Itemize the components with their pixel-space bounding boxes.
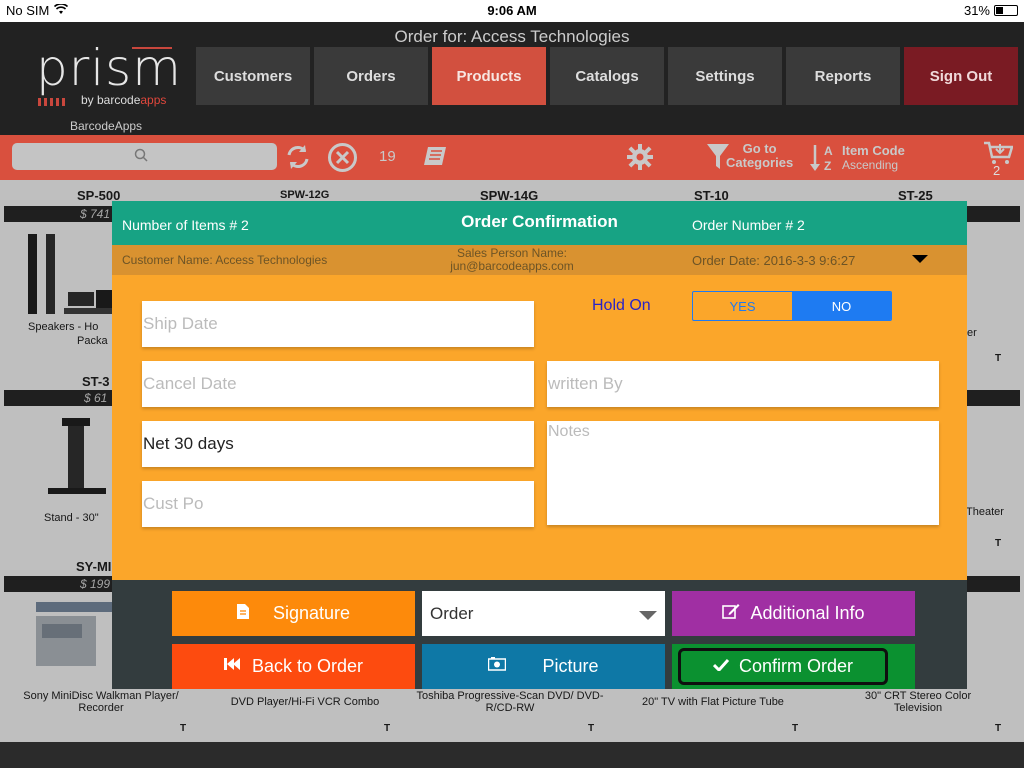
goto-line1: Go to bbox=[742, 141, 777, 156]
order-type-select[interactable]: Order bbox=[422, 591, 665, 636]
payment-terms-field[interactable]: Net 30 days bbox=[142, 421, 534, 467]
confirm-order-label: Confirm Order bbox=[738, 656, 854, 676]
refresh-icon[interactable] bbox=[284, 143, 312, 176]
camera-icon bbox=[488, 657, 507, 676]
svg-text:A: A bbox=[824, 144, 833, 158]
cust-po-field[interactable]: Cust Po bbox=[142, 481, 534, 527]
hold-no-option[interactable]: NO bbox=[792, 292, 891, 320]
nav-catalogs[interactable]: Catalogs bbox=[550, 47, 664, 105]
sales-person: Sales Person Name: jun@barcodeapps.com bbox=[432, 247, 592, 273]
status-bar: No SIM 9:06 AM 31% bbox=[0, 0, 1024, 22]
cancel-date-field[interactable]: Cancel Date bbox=[142, 361, 534, 407]
sort-line1: Item Code bbox=[842, 143, 905, 158]
cart-count: 2 bbox=[993, 163, 1001, 178]
logo-apps: apps bbox=[140, 93, 167, 107]
signature-button[interactable]: Signature bbox=[172, 591, 415, 636]
order-type-value: Order bbox=[430, 603, 474, 623]
order-confirmation-dialog: Number of Items # 2 Order Confirmation O… bbox=[112, 201, 967, 689]
order-number: Order Number # 2 bbox=[692, 217, 805, 233]
sales-person-email: jun@barcodeapps.com bbox=[450, 259, 574, 273]
goto-line2: Categories bbox=[726, 155, 794, 170]
logo-by: by barcode bbox=[81, 93, 141, 107]
confirm-order-button[interactable]: Confirm Order bbox=[672, 644, 915, 689]
picture-label: Picture bbox=[542, 656, 599, 676]
document-icon bbox=[236, 603, 249, 624]
dialog-header: Number of Items # 2 Order Confirmation O… bbox=[112, 201, 967, 245]
sort-az-icon[interactable]: AZ bbox=[810, 143, 838, 178]
prism-logo: prism by barcodeapps bbox=[36, 39, 182, 107]
back-to-order-label: Back to Order bbox=[251, 656, 364, 676]
confirm-focus-ring: Confirm Order bbox=[678, 648, 888, 685]
nav-settings[interactable]: Settings bbox=[668, 47, 782, 105]
back-to-order-button[interactable]: Back to Order bbox=[172, 644, 415, 689]
nav-customers[interactable]: Customers bbox=[196, 47, 310, 105]
written-by-field[interactable]: written By bbox=[547, 361, 939, 407]
hold-on-label: Hold On bbox=[592, 297, 651, 314]
signature-label: Signature bbox=[272, 603, 351, 623]
gear-icon[interactable] bbox=[626, 143, 654, 176]
sort-line2: Ascending bbox=[842, 158, 899, 172]
go-to-categories-button[interactable]: Go to Categories bbox=[726, 142, 793, 170]
nav-reports[interactable]: Reports bbox=[786, 47, 900, 105]
expand-arrow-icon[interactable] bbox=[912, 255, 928, 263]
additional-info-button[interactable]: Additional Info bbox=[672, 591, 915, 636]
rewind-icon bbox=[223, 657, 242, 676]
notes-field[interactable]: Notes bbox=[547, 421, 939, 525]
customer-name: Customer Name: Access Technologies bbox=[122, 253, 328, 267]
sales-person-label: Sales Person Name: bbox=[456, 246, 568, 260]
hold-yes-option[interactable]: YES bbox=[693, 292, 792, 320]
brand-subtitle: BarcodeApps bbox=[70, 119, 143, 133]
svg-text:Z: Z bbox=[824, 159, 831, 173]
dialog-title: Order Confirmation bbox=[461, 212, 618, 231]
order-date: Order Date: 2016-3-3 9:6:27 bbox=[692, 253, 856, 268]
catalog-book-icon[interactable] bbox=[422, 145, 448, 172]
nav-orders[interactable]: Orders bbox=[314, 47, 428, 105]
chevron-down-icon bbox=[639, 611, 657, 620]
nav-products[interactable]: Products bbox=[432, 47, 546, 105]
nav-sign-out[interactable]: Sign Out bbox=[904, 47, 1018, 105]
checkmark-icon bbox=[712, 658, 730, 676]
order-info-bar: Customer Name: Access Technologies Sales… bbox=[112, 245, 967, 275]
logo-word: prism bbox=[36, 39, 182, 97]
hold-on-toggle: YES NO bbox=[692, 291, 892, 321]
battery-percent: 31% bbox=[963, 3, 990, 18]
ship-date-field[interactable]: Ship Date bbox=[142, 301, 534, 347]
products-toolbar: 19 Go to Categories AZ Item Code Ascendi… bbox=[0, 135, 1024, 180]
item-count: 19 bbox=[379, 148, 396, 165]
picture-button[interactable]: Picture bbox=[422, 644, 665, 689]
sort-option-button[interactable]: Item Code Ascending bbox=[842, 143, 905, 173]
search-input[interactable] bbox=[12, 143, 277, 170]
status-time: 9:06 AM bbox=[487, 3, 537, 18]
edit-icon bbox=[722, 603, 740, 624]
additional-info-label: Additional Info bbox=[750, 603, 865, 623]
search-icon bbox=[134, 148, 148, 165]
battery-icon bbox=[994, 5, 1018, 16]
dialog-actions: Signature Order Additional Info Back to … bbox=[112, 580, 967, 689]
clear-filter-icon[interactable] bbox=[327, 142, 358, 178]
app-header: Order for: Access Technologies prism by … bbox=[0, 22, 1024, 135]
bottom-bar bbox=[0, 742, 1024, 768]
